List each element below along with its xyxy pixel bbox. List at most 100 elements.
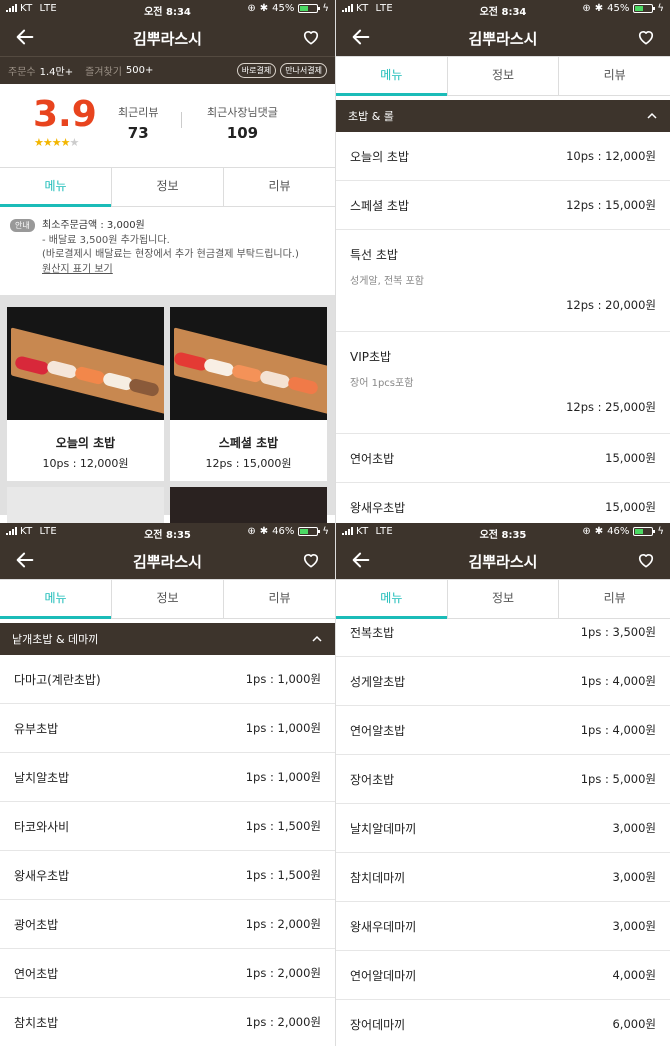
tab-reviews[interactable]: 리뷰 (559, 580, 670, 618)
menu-item[interactable]: 왕새우초밥 1ps : 1,500원 (0, 851, 335, 900)
rating-score: 3.9 (33, 94, 97, 135)
menu-item[interactable]: 연어알데마끼 4,000원 (336, 951, 670, 1000)
app-bar: 김뿌라스시 (0, 18, 335, 56)
featured-card[interactable] (7, 487, 164, 523)
menu-item[interactable]: 왕새우초밥 15,000원 (336, 483, 670, 523)
rating-summary: 3.9 ★★★★★ 최근리뷰 73 최근사장님댓글 109 (0, 84, 335, 167)
tab-menu[interactable]: 메뉴 (336, 580, 448, 619)
section-title: 낱개초밥 & 데마끼 (12, 633, 99, 646)
tab-reviews[interactable]: 리뷰 (224, 168, 335, 206)
menu-item[interactable]: 날치알데마끼 3,000원 (336, 804, 670, 853)
featured-card[interactable]: 오늘의 초밥 10ps : 12,000원 (7, 307, 164, 481)
section-header[interactable]: 낱개초밥 & 데마끼 (0, 623, 335, 655)
menu-item[interactable]: 왕새우데마끼 3,000원 (336, 902, 670, 951)
store-stats: 주문수 1.4만+ 즐겨찾기 500+ 바로결제 만나서결제 (0, 56, 335, 84)
menu-item[interactable]: VIP초밥 장어 1pcs포함 12ps : 25,000원 (336, 332, 670, 434)
bluetooth-icon: ✱ (259, 526, 269, 537)
menu-item[interactable]: 성게알초밥 1ps : 4,000원 (336, 657, 670, 706)
menu-item[interactable]: 다마고(계란초밥) 1ps : 1,000원 (0, 655, 335, 704)
chevron-up-icon (647, 112, 657, 119)
charging-icon: ϟ (322, 526, 329, 537)
menu-item-desc: 성게알, 전복 포함 (350, 276, 424, 287)
bluetooth-icon: ✱ (594, 3, 604, 14)
page-title: 김뿌라스시 (132, 30, 202, 48)
bluetooth-icon: ✱ (594, 526, 604, 537)
tab-reviews[interactable]: 리뷰 (559, 57, 670, 95)
menu-item[interactable]: 스페셜 초밥 12ps : 15,000원 (336, 181, 670, 230)
menu-item-desc: 장어 1pcs포함 (350, 378, 414, 389)
menu-list-viewport[interactable]: 전복초밥 1ps : 3,500원 성게알초밥 1ps : 4,000원 연어알초밥… (336, 619, 670, 1046)
recent-reviews[interactable]: 최근리뷰 73 (118, 104, 158, 142)
featured-price: 12ps : 15,000원 (205, 457, 292, 470)
tab-info[interactable]: 정보 (448, 580, 560, 618)
bluetooth-icon: ✱ (259, 3, 269, 14)
tab-info[interactable]: 정보 (112, 580, 224, 618)
menu-item[interactable]: 장어초밥 1ps : 5,000원 (336, 755, 670, 804)
tab-info[interactable]: 정보 (448, 57, 560, 95)
star-empty-icon: ★ (69, 136, 79, 149)
menu-item[interactable]: 연어초밥 1ps : 2,000원 (0, 949, 335, 998)
tab-bar: 메뉴 정보 리뷰 (336, 56, 670, 96)
featured-card[interactable]: 스페셜 초밥 12ps : 15,000원 (170, 307, 327, 481)
status-bar: KT LTE 오전 8:35 ⊕ ✱ 46% ϟ (336, 523, 670, 541)
menu-item[interactable]: 참치초밥 1ps : 2,000원 (0, 998, 335, 1046)
sushi-photo (7, 307, 164, 420)
notice-tag: 안내 (10, 219, 35, 232)
divider (181, 112, 182, 128)
orders-value: 1.4만+ (39, 67, 74, 78)
page-title: 김뿌라스시 (468, 553, 538, 571)
menu-item[interactable]: 오늘의 초밥 10ps : 12,000원 (336, 132, 670, 181)
battery-percent: 45% (272, 3, 295, 14)
menu-item[interactable]: 연어알초밥 1ps : 4,000원 (336, 706, 670, 755)
screen-store-home: KT LTE 오전 8:34 ⊕ ✱ 45% ϟ 김뿌라스시 주문수 1.4만+… (0, 0, 335, 523)
featured-card[interactable] (170, 487, 327, 523)
battery-percent: 46% (607, 526, 630, 537)
status-bar: KT LTE 오전 8:34 ⊕ ✱ 45% ϟ (0, 0, 335, 18)
battery-icon (298, 4, 321, 13)
badge-meet-pay: 만나서결제 (280, 63, 327, 78)
heart-icon[interactable] (636, 27, 656, 47)
heart-icon[interactable] (301, 27, 321, 47)
tab-menu[interactable]: 메뉴 (0, 580, 112, 619)
menu-item[interactable]: 특선 초밥 성게알, 전복 포함 12ps : 20,000원 (336, 230, 670, 332)
menu-item[interactable]: 유부초밥 1ps : 1,000원 (0, 704, 335, 753)
menu-item[interactable]: 날치알초밥 1ps : 1,000원 (0, 753, 335, 802)
tab-bar: 메뉴 정보 리뷰 (0, 579, 335, 619)
menu-list: 전복초밥 1ps : 3,500원 성게알초밥 1ps : 4,000원 연어알초밥… (336, 619, 670, 1046)
app-bar: 김뿌라스시 (336, 541, 670, 579)
menu-item[interactable]: 연어초밥 15,000원 (336, 434, 670, 483)
owner-comments[interactable]: 최근사장님댓글 109 (207, 104, 278, 142)
charging-icon: ϟ (657, 3, 664, 14)
store-notice: 안내 최소주문금액 : 3,000원 - 배달료 3,500원 추가됩니다. (… (0, 207, 335, 295)
tab-info[interactable]: 정보 (112, 168, 224, 206)
section-title: 초밥 & 롤 (348, 110, 394, 123)
salad-photo (7, 487, 164, 523)
origin-link[interactable]: 원산지 표기 보기 (42, 263, 325, 278)
sushi-photo (170, 307, 327, 420)
rating-stars: ★★★★★ (34, 136, 79, 149)
screen-menu-single: KT LTE 오전 8:35 ⊕ ✱ 46% ϟ 김뿌라스시 메뉴 정보 리뷰 … (0, 523, 335, 1046)
lock-rotation-icon: ⊕ (247, 526, 256, 537)
menu-item[interactable]: 타코와사비 1ps : 1,500원 (0, 802, 335, 851)
lock-rotation-icon: ⊕ (582, 526, 591, 537)
battery-percent: 45% (607, 3, 630, 14)
heart-icon[interactable] (301, 550, 321, 570)
menu-item[interactable]: 장어데마끼 6,000원 (336, 1000, 670, 1046)
menu-item[interactable]: 광어초밥 1ps : 2,000원 (0, 900, 335, 949)
badge-direct-pay: 바로결제 (236, 63, 277, 78)
min-order: 최소주문금액 : 3,000원 (42, 220, 145, 231)
page-title: 김뿌라스시 (132, 553, 202, 571)
menu-item[interactable]: 참치데마끼 3,000원 (336, 853, 670, 902)
featured-name: 오늘의 초밥 (55, 436, 116, 450)
screen-menu-chobap: KT LTE 오전 8:34 ⊕ ✱ 45% ϟ 김뿌라스시 메뉴 정보 리뷰 … (335, 0, 670, 523)
tab-reviews[interactable]: 리뷰 (224, 580, 335, 618)
tab-menu[interactable]: 메뉴 (0, 168, 112, 207)
section-header[interactable]: 초밥 & 롤 (336, 100, 670, 132)
favorites-value: 500+ (125, 65, 154, 76)
tab-menu[interactable]: 메뉴 (336, 57, 448, 96)
heart-icon[interactable] (636, 550, 656, 570)
menu-item[interactable]: 전복초밥 1ps : 3,500원 (336, 619, 670, 657)
battery-icon (633, 527, 656, 536)
tab-bar: 메뉴 정보 리뷰 (336, 579, 670, 619)
lock-rotation-icon: ⊕ (247, 3, 256, 14)
